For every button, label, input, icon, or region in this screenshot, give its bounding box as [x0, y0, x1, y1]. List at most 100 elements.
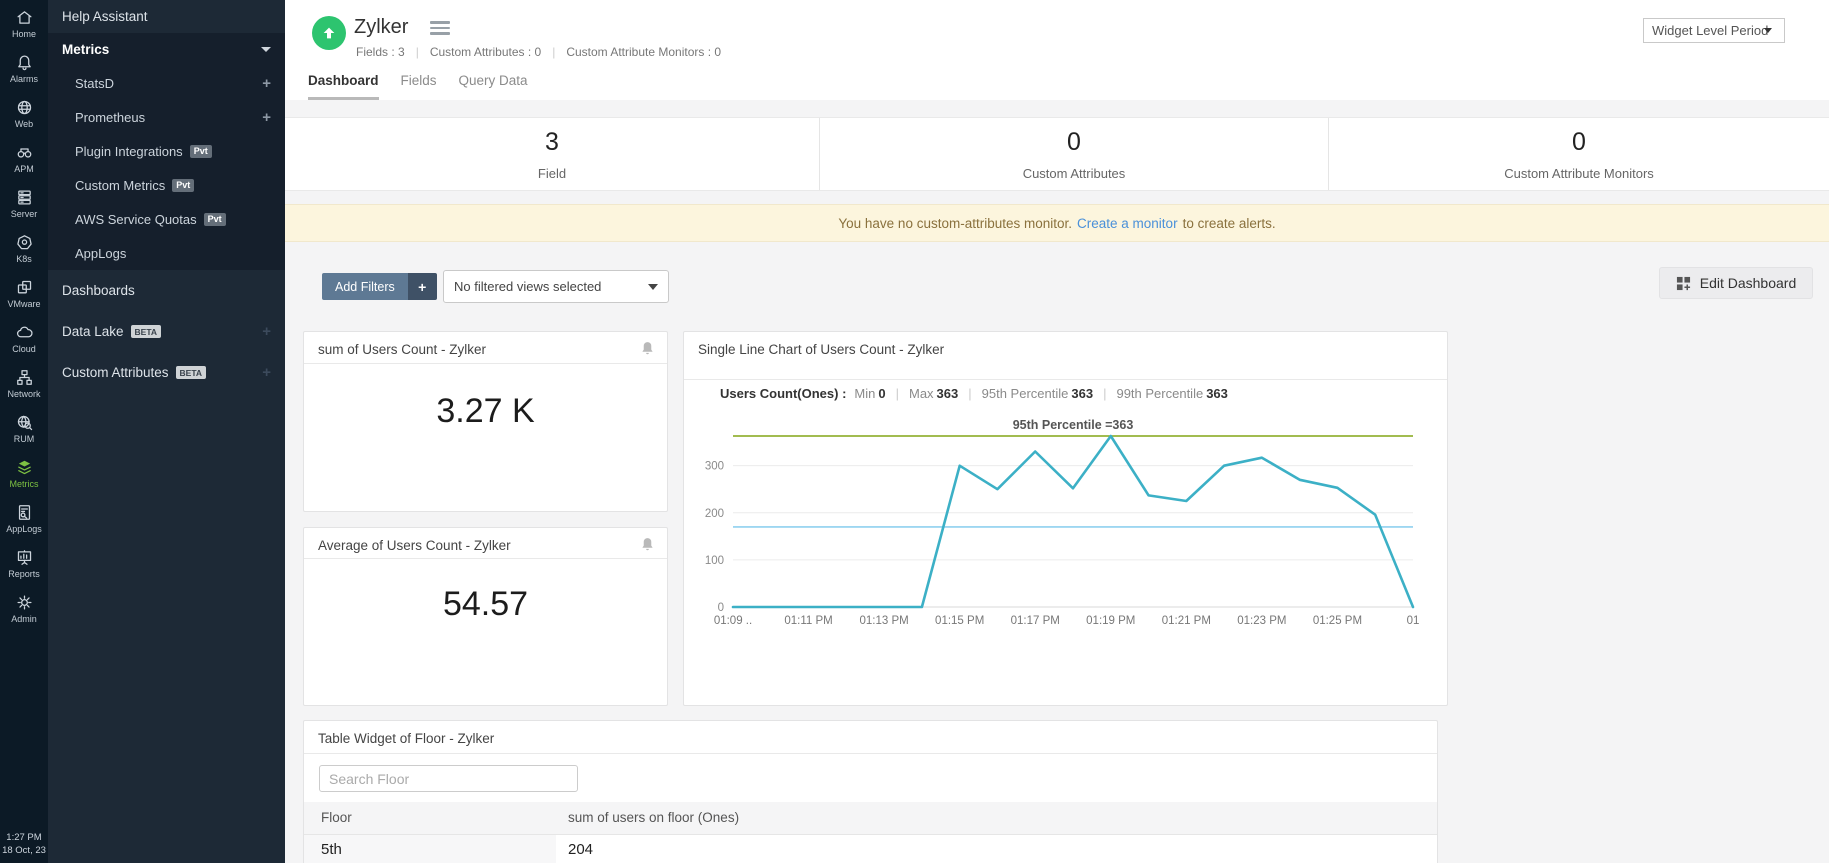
- bell-icon[interactable]: [641, 341, 654, 360]
- rail-item-label: Alarms: [9, 74, 38, 84]
- sidebar-item-data-lake[interactable]: Data Lake BETA +: [48, 311, 285, 352]
- stat-value: 0: [1572, 127, 1586, 156]
- sidebar-subitem-aws-service-quotas[interactable]: AWS Service Quotas Pvt: [48, 202, 285, 236]
- sidebar-item-home[interactable]: Home: [0, 0, 48, 45]
- rail-item-label: Web: [14, 119, 34, 129]
- sidebar-item-dashboards[interactable]: Dashboards: [48, 270, 285, 311]
- tab-query-data[interactable]: Query Data: [459, 65, 528, 100]
- rail-item-label: Reports: [8, 569, 40, 579]
- table-cell: 5th: [304, 834, 556, 863]
- sidebar-item-server[interactable]: Server: [0, 180, 48, 225]
- sidebar-item-k8s[interactable]: K8s: [0, 225, 48, 270]
- search-floor-input[interactable]: [319, 765, 578, 792]
- sidebar-item-metrics[interactable]: Metrics: [0, 450, 48, 495]
- sidebar-item-label: AppLogs: [75, 245, 127, 261]
- main-content: Zylker Fields : 3 | Custom Attributes : 0 |…: [285, 0, 1829, 863]
- chevron-down-icon: [261, 47, 271, 52]
- edit-dashboard-button[interactable]: Edit Dashboard: [1659, 267, 1813, 299]
- bell-icon: [17, 55, 31, 71]
- kubernetes-icon: [16, 235, 32, 250]
- metrics-section: Metrics StatsD + Prometheus + Plugin Integra…: [48, 33, 285, 270]
- pvt-badge: Pvt: [189, 144, 212, 158]
- x-axis-tick-label: 01:21 PM: [1162, 615, 1211, 627]
- clock-time: 1:27 PM: [6, 832, 42, 843]
- sidebar-item-applogs[interactable]: AppLogs: [0, 495, 48, 540]
- x-axis-tick-label: 01:17 PM: [1011, 615, 1060, 627]
- sidebar-item-web[interactable]: Web: [0, 90, 48, 135]
- sidebar-item-label: Dashboards: [62, 283, 135, 298]
- filtered-views-select[interactable]: No filtered views selected: [443, 270, 669, 303]
- server-icon: [17, 190, 31, 205]
- sidebar-item-label: Help Assistant: [62, 9, 148, 24]
- home-icon: [16, 11, 32, 24]
- x-axis-tick-label: 01:13 PM: [859, 615, 908, 627]
- sidebar-subitem-statsd[interactable]: StatsD +: [48, 66, 285, 100]
- sidebar-subitem-custom-metrics[interactable]: Custom Metrics Pvt: [48, 168, 285, 202]
- sidebar-item-custom-attributes[interactable]: Custom Attributes BETA +: [48, 352, 285, 393]
- meta-item: Custom Attributes : 0: [429, 45, 542, 59]
- sidebar-item-metrics[interactable]: Metrics: [48, 33, 285, 66]
- create-monitor-link[interactable]: Create a monitor: [1077, 216, 1178, 231]
- legend-stat: Min 0: [854, 386, 886, 401]
- sidebar-item-label: Data Lake: [62, 324, 124, 339]
- add-filters-button[interactable]: Add Filters +: [322, 273, 437, 300]
- plus-icon[interactable]: +: [262, 364, 271, 381]
- pvt-badge: Pvt: [172, 178, 195, 192]
- banner-suffix: to create alerts.: [1182, 215, 1276, 231]
- bell-icon[interactable]: [641, 537, 654, 556]
- monitor-header: Zylker Fields : 3 | Custom Attributes : 0 |…: [285, 0, 1829, 100]
- plus-icon[interactable]: +: [262, 75, 271, 92]
- sidebar-item-label: AWS Service Quotas: [75, 211, 197, 227]
- chevron-down-icon: [648, 283, 658, 290]
- admin-icon: [16, 595, 32, 610]
- legend-separator: |: [895, 386, 899, 401]
- summary-stats-row: 3 Field 0 Custom Attributes 0 Custom Attri…: [285, 117, 1829, 191]
- tab-fields[interactable]: Fields: [401, 65, 437, 100]
- rail-item-label: Cloud: [12, 344, 36, 354]
- network-icon: [16, 370, 32, 385]
- y-axis-tick-label: 0: [718, 602, 724, 614]
- plus-icon[interactable]: +: [262, 109, 271, 126]
- plus-icon[interactable]: +: [262, 323, 271, 340]
- sidebar-item-apm[interactable]: APM: [0, 135, 48, 180]
- page-title: Zylker: [354, 16, 409, 38]
- sidebar-subitem-applogs[interactable]: AppLogs: [48, 236, 285, 270]
- sidebar-item-help-assistant[interactable]: Help Assistant: [48, 0, 285, 33]
- column-header: sum of users on floor (Ones): [556, 802, 1437, 835]
- sidebar-item-rum[interactable]: RUM: [0, 405, 48, 450]
- add-filter-plus-icon[interactable]: +: [407, 273, 437, 300]
- tab-dashboard[interactable]: Dashboard: [308, 65, 379, 100]
- rail-item-label: AppLogs: [6, 524, 42, 534]
- legend-stat: 95th Percentile 363: [981, 386, 1094, 401]
- widget-level-period-select[interactable]: Widget Level Period: [1643, 18, 1785, 43]
- applogs-icon: [18, 505, 30, 520]
- widget-title: sum of Users Count - Zylker: [318, 342, 487, 357]
- clock-date: 18 Oct, 23: [2, 845, 46, 856]
- rail-item-label: Server: [10, 209, 38, 219]
- sidebar-item-vmware[interactable]: VMware: [0, 270, 48, 315]
- widget-title: Average of Users Count - Zylker: [318, 538, 511, 553]
- sidebar-subitem-plugin-integrations[interactable]: Plugin Integrations Pvt: [48, 134, 285, 168]
- x-axis-tick-label: 01:25 PM: [1313, 615, 1362, 627]
- sidebar-item-reports[interactable]: Reports: [0, 540, 48, 585]
- chart-legend: Users Count(Ones) : Min 0 | Max 363 | 95th Per…: [720, 386, 1228, 401]
- column-header: Floor: [304, 802, 556, 835]
- widget-floor-table: Table Widget of Floor - Zylker Floorsum …: [303, 720, 1438, 863]
- stat-label: Field: [537, 165, 567, 181]
- sidebar-item-network[interactable]: Network: [0, 360, 48, 405]
- sidebar-item-admin[interactable]: Admin: [0, 585, 48, 630]
- sidebar-item-alarms[interactable]: Alarms: [0, 45, 48, 90]
- banner-text: You have no custom-attributes monitor.: [838, 215, 1073, 231]
- reports-icon: [17, 550, 31, 565]
- table-row[interactable]: 5th 204: [304, 834, 1437, 863]
- y-axis-tick-label: 300: [705, 461, 724, 473]
- sidebar-clock: 1:27 PM 18 Oct, 23: [0, 831, 48, 857]
- sidebar-subitem-prometheus[interactable]: Prometheus +: [48, 100, 285, 134]
- sidebar-item-cloud[interactable]: Cloud: [0, 315, 48, 360]
- add-filters-label: Add Filters: [322, 273, 408, 300]
- stat-value: 3: [545, 127, 559, 156]
- rail-item-label: Network: [7, 389, 41, 399]
- sidebar-item-label: StatsD: [75, 75, 115, 91]
- hamburger-menu-icon[interactable]: [430, 21, 450, 38]
- y-axis-tick-label: 100: [705, 555, 724, 567]
